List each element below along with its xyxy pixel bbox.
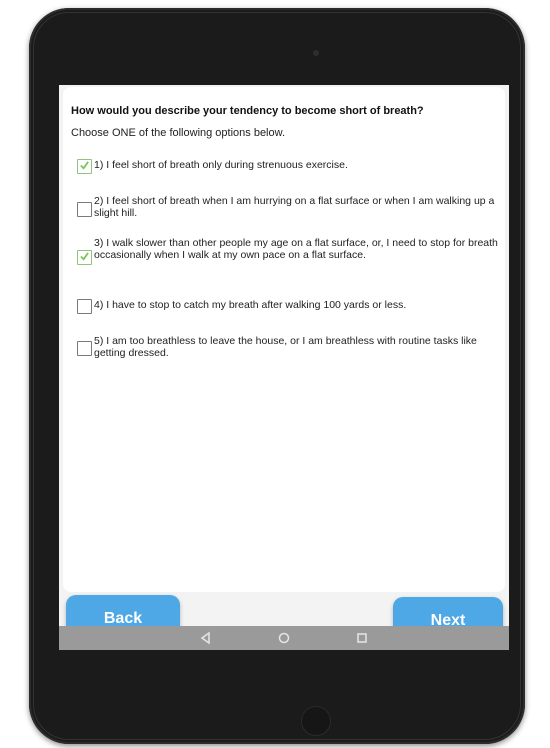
check-icon bbox=[80, 252, 89, 261]
front-camera bbox=[313, 50, 319, 56]
option-3-label: 3) I walk slower than other people my ag… bbox=[94, 237, 498, 261]
back-triangle-icon[interactable] bbox=[199, 631, 213, 645]
option-4-checkbox[interactable] bbox=[77, 299, 92, 314]
recents-square-icon[interactable] bbox=[355, 631, 369, 645]
option-5-checkbox[interactable] bbox=[77, 341, 92, 356]
check-icon bbox=[80, 161, 89, 170]
option-3[interactable]: 3) I walk slower than other people my ag… bbox=[77, 237, 499, 265]
question-card: How would you describe your tendency to … bbox=[63, 87, 505, 592]
option-3-checkbox[interactable] bbox=[77, 250, 92, 265]
option-4[interactable]: 4) I have to stop to catch my breath aft… bbox=[77, 299, 499, 314]
option-1-checkbox[interactable] bbox=[77, 159, 92, 174]
question-text: How would you describe your tendency to … bbox=[71, 105, 424, 117]
option-4-label: 4) I have to stop to catch my breath aft… bbox=[94, 299, 407, 311]
android-nav-bar bbox=[59, 626, 509, 650]
option-1-label: 1) I feel short of breath only during st… bbox=[94, 159, 348, 171]
option-5-label: 5) I am too breathless to leave the hous… bbox=[94, 335, 477, 359]
option-5[interactable]: 5) I am too breathless to leave the hous… bbox=[77, 335, 499, 359]
instruction-text: Choose ONE of the following options belo… bbox=[71, 127, 286, 139]
option-2-checkbox[interactable] bbox=[77, 202, 92, 217]
app-screen: How would you describe your tendency to … bbox=[59, 85, 509, 650]
option-2-label: 2) I feel short of breath when I am hurr… bbox=[94, 195, 495, 219]
option-1[interactable]: 1) I feel short of breath only during st… bbox=[77, 159, 499, 174]
home-circle-icon[interactable] bbox=[277, 631, 291, 645]
option-2[interactable]: 2) I feel short of breath when I am hurr… bbox=[77, 195, 499, 219]
tablet-home-button[interactable] bbox=[301, 706, 331, 736]
